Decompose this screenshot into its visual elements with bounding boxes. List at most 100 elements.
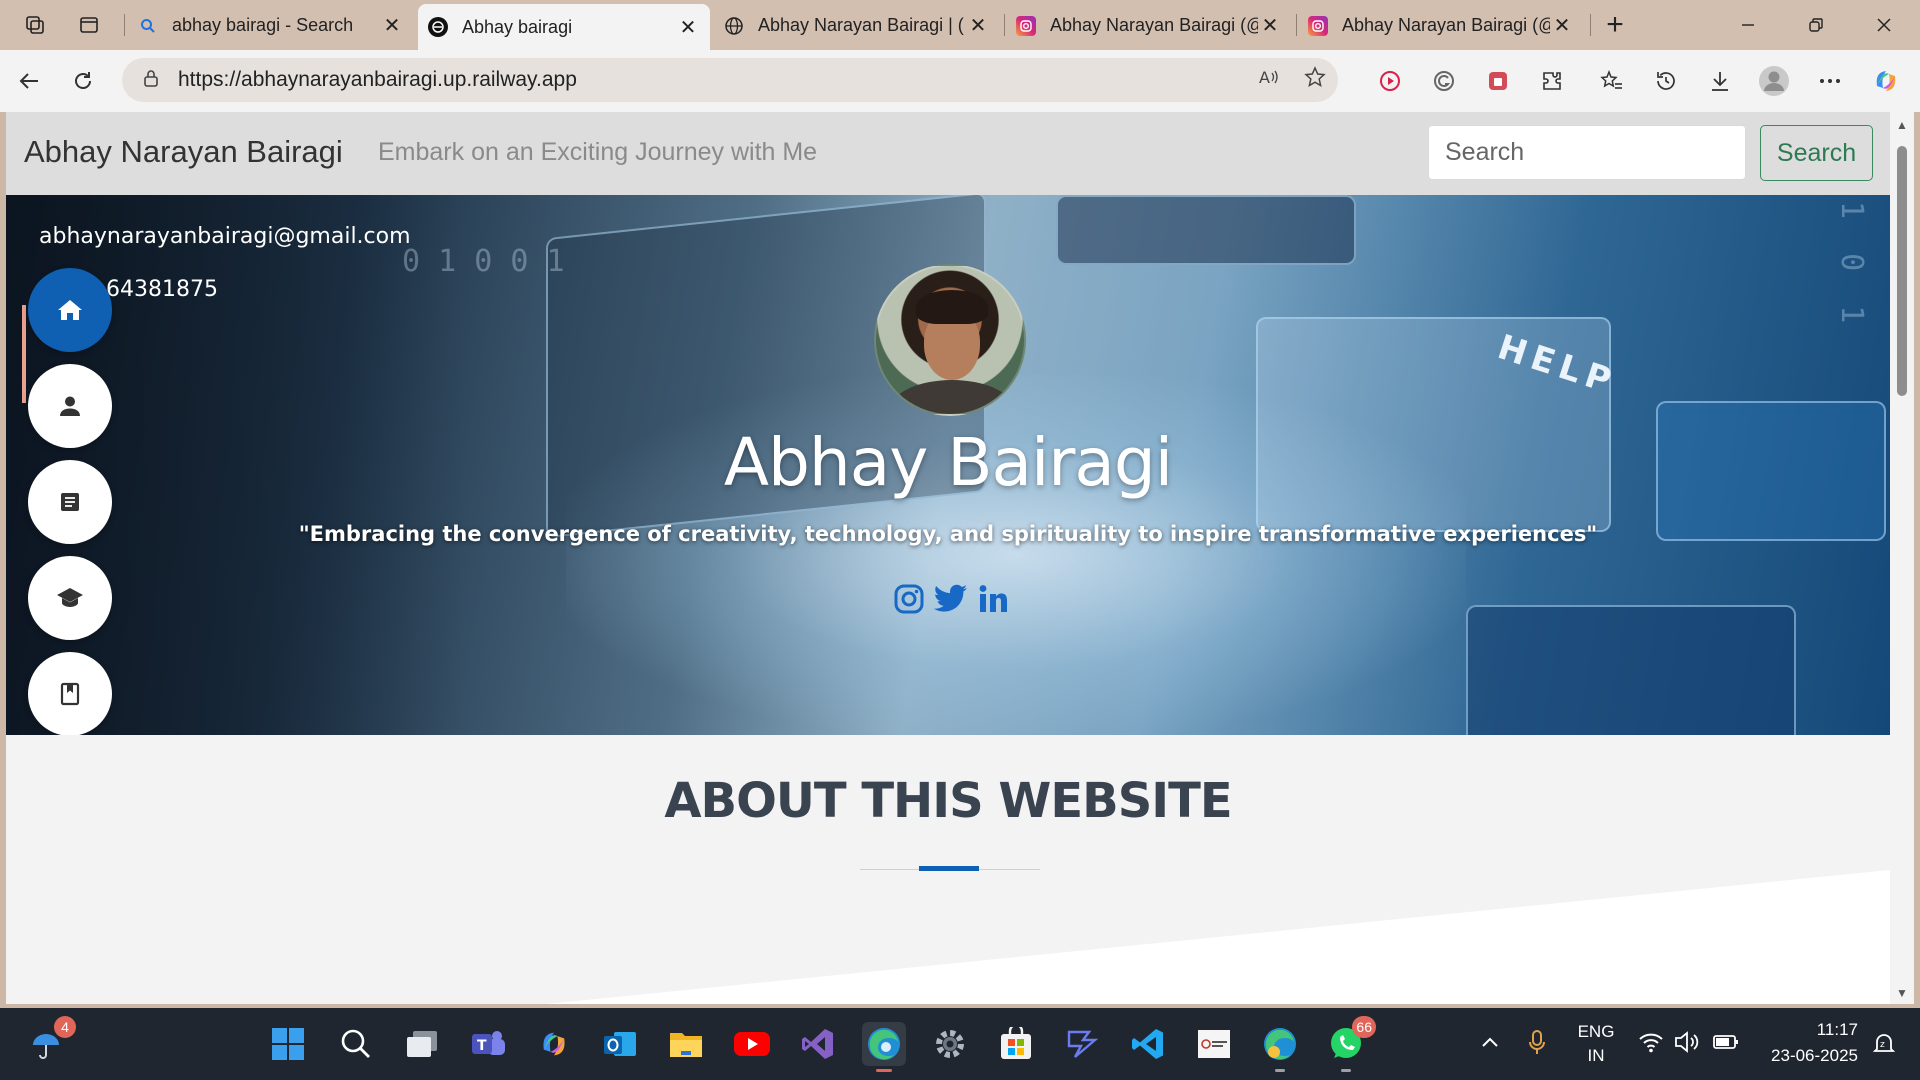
microsoft-store-icon[interactable] [994,1022,1038,1066]
lock-icon[interactable] [136,68,166,93]
extension-red-icon[interactable] [1480,64,1516,98]
twitter-icon[interactable] [934,582,968,616]
linkedin-icon[interactable] [976,582,1010,616]
site-brand[interactable]: Abhay Narayan Bairagi [24,134,343,170]
page-scrollbar[interactable]: ▲ ▼ [1890,112,1914,1004]
url-text[interactable]: https://abhaynarayanbairagi.up.railway.a… [178,68,1246,92]
svg-text:T: T [477,1038,487,1054]
close-window-button[interactable] [1862,8,1906,42]
restore-button[interactable] [1794,8,1838,42]
browser-toolbar: https://abhaynarayanbairagi.up.railway.a… [0,50,1920,112]
graduation-cap-icon[interactable] [28,556,112,640]
workspaces-icon[interactable] [18,8,52,42]
site-logo-icon [428,17,448,37]
tab-instagram-1[interactable]: Abhay Narayan Bairagi (@ ✕ [1006,5,1292,46]
document-icon[interactable] [28,460,112,544]
power-automate-icon[interactable] [1060,1022,1104,1066]
weather-badge: 4 [54,1016,76,1038]
instagram-icon[interactable] [892,582,926,616]
scrollbar-thumb[interactable] [1897,146,1907,396]
new-tab-button[interactable]: + [1598,8,1632,42]
back-icon[interactable] [12,64,46,98]
close-tab-icon[interactable]: ✕ [380,13,404,38]
scroll-down-arrow[interactable]: ▼ [1890,986,1914,1000]
about-title: ABOUT THIS WEBSITE [664,773,1232,829]
more-options-icon[interactable] [1812,64,1848,98]
instagram-icon [1308,15,1328,36]
task-view-icon[interactable] [400,1022,444,1066]
weather-widget-icon[interactable]: 4 [24,1016,76,1066]
copilot-icon[interactable] [1868,64,1904,98]
vscode-icon[interactable] [1126,1022,1170,1066]
tab-title: abhay bairagi - Search [172,15,354,35]
site-search-input[interactable] [1428,125,1746,180]
favorites-icon[interactable] [1594,64,1630,98]
clock-time[interactable]: 11:17 [1758,1020,1858,1040]
windows-taskbar: 4 T 66 ENG IN 11:17 23-06-2025 z [0,1008,1920,1080]
whatsapp-icon[interactable]: 66 [1324,1016,1376,1072]
grammarly-icon[interactable] [1426,64,1462,98]
extensions-puzzle-icon[interactable] [1534,64,1570,98]
profile-avatar [874,264,1026,416]
teams-icon[interactable]: T [466,1022,510,1066]
clock-date[interactable]: 23-06-2025 [1758,1046,1858,1066]
about-section: ABOUT THIS WEBSITE [6,735,1890,1004]
app-shortcut-icon[interactable] [1192,1022,1236,1066]
read-aloud-icon[interactable]: A [1246,67,1292,93]
tab-search[interactable]: abhay bairagi - Search ✕ [128,5,414,46]
tab-title: Abhay Narayan Bairagi (@ [1050,15,1258,35]
tab-title: Abhay Narayan Bairagi (@ [1342,15,1550,35]
svg-text:A: A [1259,68,1270,87]
tab-actions-icon[interactable] [72,8,106,42]
refresh-icon[interactable] [66,64,100,98]
address-bar[interactable]: https://abhaynarayanbairagi.up.railway.a… [122,58,1338,102]
file-explorer-icon[interactable] [664,1022,708,1066]
hero-quote: "Embracing the convergence of creativity… [298,522,1598,546]
favorite-star-icon[interactable] [1292,66,1338,94]
show-hidden-icons-icon[interactable] [1480,1032,1500,1055]
settings-icon[interactable] [928,1022,972,1066]
edge-browser-icon[interactable] [862,1022,906,1072]
outlook-icon[interactable] [598,1022,642,1066]
instagram-icon [1016,15,1036,36]
close-tab-icon[interactable]: ✕ [966,13,990,38]
globe-icon [724,16,744,36]
contact-phone[interactable]: 64381875 [106,277,218,302]
downloads-icon[interactable] [1702,64,1738,98]
close-tab-icon[interactable]: ✕ [676,15,700,40]
battery-icon[interactable] [1712,1032,1740,1058]
search-icon[interactable] [334,1022,378,1066]
close-tab-icon[interactable]: ✕ [1550,13,1574,38]
tab-instagram-2[interactable]: Abhay Narayan Bairagi (@ ✕ [1298,5,1584,46]
site-search-button[interactable]: Search [1760,125,1873,181]
user-icon[interactable] [28,364,112,448]
region-indicator[interactable]: IN [1572,1046,1620,1066]
tab-title: Abhay Narayan Bairagi | ( [758,15,964,35]
page-viewport: Abhay Narayan Bairagi Embark on an Excit… [6,112,1890,1004]
youtube-icon[interactable] [730,1022,774,1066]
history-icon[interactable] [1648,64,1684,98]
edge-profile-icon[interactable] [1258,1022,1302,1072]
site-tagline: Embark on an Exciting Journey with Me [378,138,818,166]
profile-avatar-icon[interactable] [1756,64,1792,98]
tab-railway[interactable]: Abhay Narayan Bairagi | ( ✕ [714,5,1000,46]
close-tab-icon[interactable]: ✕ [1258,13,1282,38]
minimize-button[interactable] [1726,8,1770,42]
scroll-up-arrow[interactable]: ▲ [1890,118,1914,132]
contact-email[interactable]: abhaynarayanbairagi@gmail.com [39,224,411,249]
hero-name: Abhay Bairagi [723,424,1173,501]
whatsapp-badge: 66 [1352,1016,1376,1038]
tab-bar: abhay bairagi - Search ✕ Abhay bairagi ✕… [0,0,1920,50]
language-indicator[interactable]: ENG [1572,1022,1620,1042]
visual-studio-icon[interactable] [796,1022,840,1066]
windows-start-icon[interactable] [266,1022,310,1066]
home-icon[interactable] [28,268,112,352]
copilot-app-icon[interactable] [532,1022,576,1066]
book-icon[interactable] [28,652,112,736]
tab-abhay-bairagi[interactable]: Abhay bairagi ✕ [418,4,710,50]
wifi-icon[interactable] [1638,1030,1664,1060]
media-extension-icon[interactable] [1372,64,1408,98]
notifications-icon[interactable]: z [1872,1032,1896,1062]
microphone-icon[interactable] [1528,1030,1546,1062]
volume-icon[interactable] [1674,1030,1700,1060]
